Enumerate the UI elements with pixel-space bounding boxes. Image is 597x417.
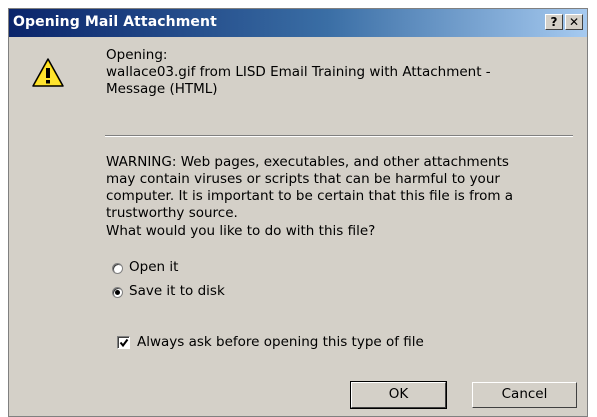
radio-save-to-disk-button[interactable] <box>112 287 123 298</box>
file-description-line1: wallace03.gif from LISD Email Training w… <box>106 64 491 80</box>
close-icon: ✕ <box>568 15 580 29</box>
title-bar[interactable]: Opening Mail Attachment ? ✕ <box>9 9 587 37</box>
warning-line-3: computer. It is important to be certain … <box>106 188 514 204</box>
radio-selected-dot <box>115 290 120 295</box>
checkmark-icon <box>119 338 129 348</box>
warning-line-1: WARNING: Web pages, executables, and oth… <box>106 154 509 170</box>
dialog-window: Opening Mail Attachment ? ✕ Opening: wal… <box>8 8 588 417</box>
ok-button[interactable]: OK <box>350 381 447 409</box>
radio-open-it-label[interactable]: Open it <box>129 259 178 276</box>
warning-line-4: trustworthy source. <box>106 205 238 221</box>
close-button[interactable]: ✕ <box>565 14 583 30</box>
question-text: What would you like to do with this file… <box>106 223 376 239</box>
warning-icon <box>32 58 64 87</box>
radio-save-to-disk-label[interactable]: Save it to disk <box>129 283 225 300</box>
warning-line-2: may contain viruses or scripts that can … <box>106 171 500 187</box>
file-description-line2: Message (HTML) <box>106 81 218 97</box>
always-ask-checkbox[interactable] <box>117 336 130 349</box>
help-button[interactable]: ? <box>545 14 563 30</box>
window-title: Opening Mail Attachment <box>13 14 217 30</box>
separator <box>105 135 573 137</box>
opening-label: Opening: <box>106 47 168 63</box>
cancel-button[interactable]: Cancel <box>472 382 577 408</box>
radio-open-it-button[interactable] <box>112 263 123 274</box>
always-ask-label[interactable]: Always ask before opening this type of f… <box>137 334 424 351</box>
